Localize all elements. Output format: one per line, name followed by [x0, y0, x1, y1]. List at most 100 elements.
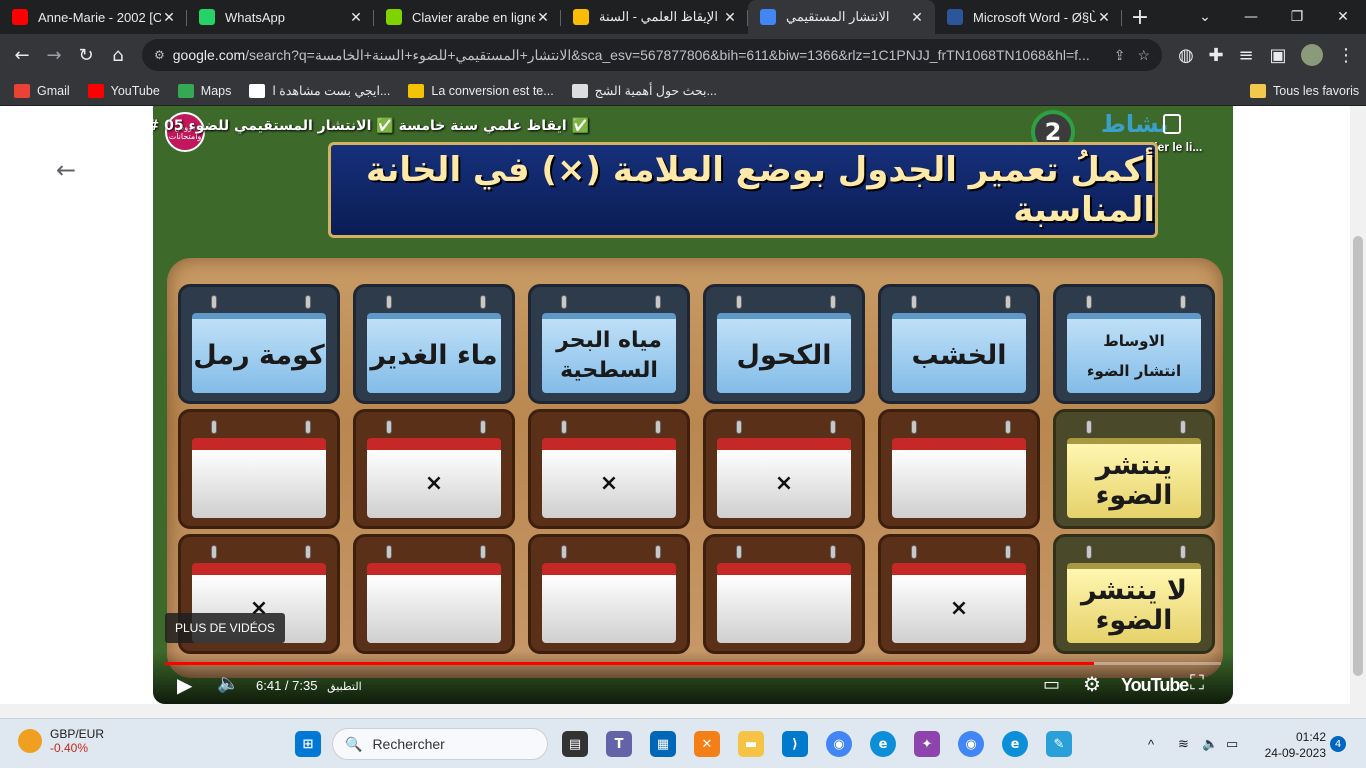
tray-chevron-icon[interactable]: ^ — [1148, 719, 1154, 769]
answer-cell[interactable] — [703, 534, 865, 654]
bookmark-item[interactable]: Gmail — [14, 83, 70, 98]
column-header: الكحول — [736, 340, 832, 371]
scroll-thumb[interactable] — [1353, 236, 1363, 676]
file-explorer-icon[interactable]: ▬ — [738, 731, 764, 757]
word-icon — [947, 9, 963, 25]
column-header-cell: الخشب — [878, 284, 1040, 404]
close-tab-icon[interactable]: ✕ — [348, 9, 364, 26]
home-icon[interactable]: ⌂ — [102, 39, 134, 71]
answer-cell[interactable]: × — [353, 409, 515, 529]
subtitles-icon[interactable]: ▭ — [1043, 674, 1060, 695]
answer-cell[interactable] — [528, 534, 690, 654]
close-tab-icon[interactable]: ✕ — [909, 9, 925, 26]
youtube-logo[interactable]: YouTube — [1121, 675, 1189, 696]
browser-tab[interactable]: الانتشار المستقيمي ✕ — [748, 0, 935, 34]
bookmark-item[interactable]: YouTube — [87, 83, 160, 98]
answer-cell[interactable]: × — [528, 409, 690, 529]
currency-title: GBP/EUR — [50, 727, 105, 741]
menu-icon[interactable]: ⋮ — [1330, 39, 1362, 71]
more-videos-button[interactable]: PLUS DE VIDÉOS — [165, 613, 286, 643]
vertical-scrollbar[interactable] — [1350, 106, 1366, 704]
battery-icon[interactable]: ▭ — [1226, 719, 1238, 769]
address-bar[interactable]: ⚙ google.com/search?q=الانتشار+المستقيمي… — [142, 39, 1162, 71]
extensions-icon[interactable]: ✚ — [1200, 39, 1232, 71]
tab-search-icon[interactable]: ⌄ — [1182, 0, 1228, 34]
forward-icon[interactable]: → — [38, 39, 70, 71]
close-tab-icon[interactable]: ✕ — [535, 9, 551, 26]
side-panel-icon[interactable]: ▣ — [1262, 39, 1294, 71]
video-title[interactable]: ✅ ايقاظ علمي سنة خامسة ✅ الانتشار المستق… — [153, 118, 589, 134]
browser-tab[interactable]: WhatsApp ✕ — [187, 0, 374, 34]
google-icon — [760, 9, 776, 25]
vscode-icon[interactable]: ⟩ — [782, 731, 808, 757]
chrome-active-icon[interactable]: ◉ — [958, 731, 984, 757]
speaker-icon[interactable]: 🔈 — [1202, 719, 1218, 769]
copy-link-icon[interactable] — [1163, 114, 1181, 134]
copilot-icon[interactable]: ✦ — [914, 731, 940, 757]
share-icon[interactable]: ⇪ — [1114, 47, 1126, 64]
close-tab-icon[interactable]: ✕ — [161, 9, 177, 26]
paint-icon[interactable]: ✎ — [1046, 731, 1072, 757]
xampp-icon[interactable]: ✕ — [694, 731, 720, 757]
start-icon[interactable]: ⊞ — [295, 731, 321, 757]
browser-tab[interactable]: Clavier arabe en ligne ✕ — [374, 0, 561, 34]
ring — [1005, 545, 1011, 559]
progress-bar[interactable] — [165, 662, 1221, 665]
url-domain: google.com — [172, 46, 246, 63]
answer-cell[interactable] — [878, 409, 1040, 529]
edge-dev-icon[interactable]: e — [1002, 731, 1028, 757]
ring — [830, 420, 836, 434]
video-player[interactable]: دروس وامتحانات ✅ ايقاظ علمي سنة خامسة ✅ … — [153, 106, 1233, 704]
currency-icon — [18, 729, 42, 753]
reload-icon[interactable]: ↻ — [70, 39, 102, 71]
horizontal-scrollbar[interactable] — [0, 704, 1366, 718]
settings-gear-icon[interactable]: ⚙ — [1083, 672, 1101, 697]
minimize-icon[interactable]: — — [1228, 0, 1274, 34]
clock[interactable]: 01:42 24-09-2023 — [1258, 729, 1326, 761]
back-icon[interactable]: ← — [6, 39, 38, 71]
wifi-icon[interactable]: ≋ — [1178, 719, 1189, 769]
chrome-icon[interactable]: ◉ — [826, 731, 852, 757]
fullscreen-icon[interactable]: ⛶ — [1190, 672, 1204, 695]
all-bookmarks[interactable]: Tous les favoris — [1250, 83, 1359, 98]
restore-icon[interactable]: ❐ — [1274, 0, 1320, 34]
answer-cell[interactable]: × — [878, 534, 1040, 654]
bookmark-star-icon[interactable]: ☆ — [1137, 47, 1150, 64]
bookmark-item[interactable]: La conversion est te... — [408, 83, 554, 98]
ring — [1086, 295, 1092, 309]
play-icon[interactable]: ▶ — [177, 673, 192, 698]
row-label: لا ينتشر الضوء — [1081, 575, 1187, 636]
ring — [211, 420, 217, 434]
card-rings — [1086, 295, 1186, 309]
answer-cell[interactable]: × — [703, 409, 865, 529]
close-window-icon[interactable]: ✕ — [1320, 0, 1366, 34]
edge-icon[interactable]: e — [870, 731, 896, 757]
bookmark-item[interactable]: Maps — [177, 83, 231, 98]
ring — [386, 420, 392, 434]
media-icon[interactable]: ≡ — [1230, 39, 1262, 71]
card: كومة رمل — [192, 313, 326, 393]
avatar[interactable] — [1296, 39, 1328, 71]
taskbar-search[interactable]: 🔍 Rechercher — [332, 728, 548, 760]
notification-badge[interactable]: 4 — [1330, 736, 1346, 752]
bookmark-item[interactable]: ايجي بست مشاهدة ا... — [249, 83, 390, 98]
browser-tab[interactable]: Microsoft Word - Ø§Ù ✕ — [935, 0, 1122, 34]
back-arrow-icon[interactable]: ← — [56, 156, 76, 184]
teams-icon[interactable]: T — [606, 731, 632, 757]
answer-cell[interactable] — [353, 534, 515, 654]
chapter-label[interactable]: التطبيق — [327, 681, 362, 693]
widget-currency[interactable]: GBP/EUR -0.40% — [18, 727, 104, 755]
answer-cell[interactable] — [178, 409, 340, 529]
volume-icon[interactable]: 🔈 — [217, 673, 239, 694]
close-tab-icon[interactable]: ✕ — [722, 9, 738, 26]
browser-tab[interactable]: الإيقاظ العلمي - السنة ✕ — [561, 0, 748, 34]
site-info-icon[interactable]: ⚙ — [154, 48, 165, 62]
extension-profile-icon[interactable]: ◍ — [1170, 39, 1202, 71]
bookmark-item[interactable]: بحث حول أهمية الشج... — [571, 83, 717, 98]
store-icon[interactable]: ▦ — [650, 731, 676, 757]
header-corner-cell: الاوساط انتشار الضوء — [1053, 284, 1215, 404]
close-tab-icon[interactable]: ✕ — [1096, 9, 1112, 26]
browser-tab[interactable]: Anne-Marie - 2002 [O ✕ — [0, 0, 187, 34]
task-view-icon[interactable]: ▤ — [562, 731, 588, 757]
new-tab-button[interactable]: + — [1122, 0, 1158, 34]
